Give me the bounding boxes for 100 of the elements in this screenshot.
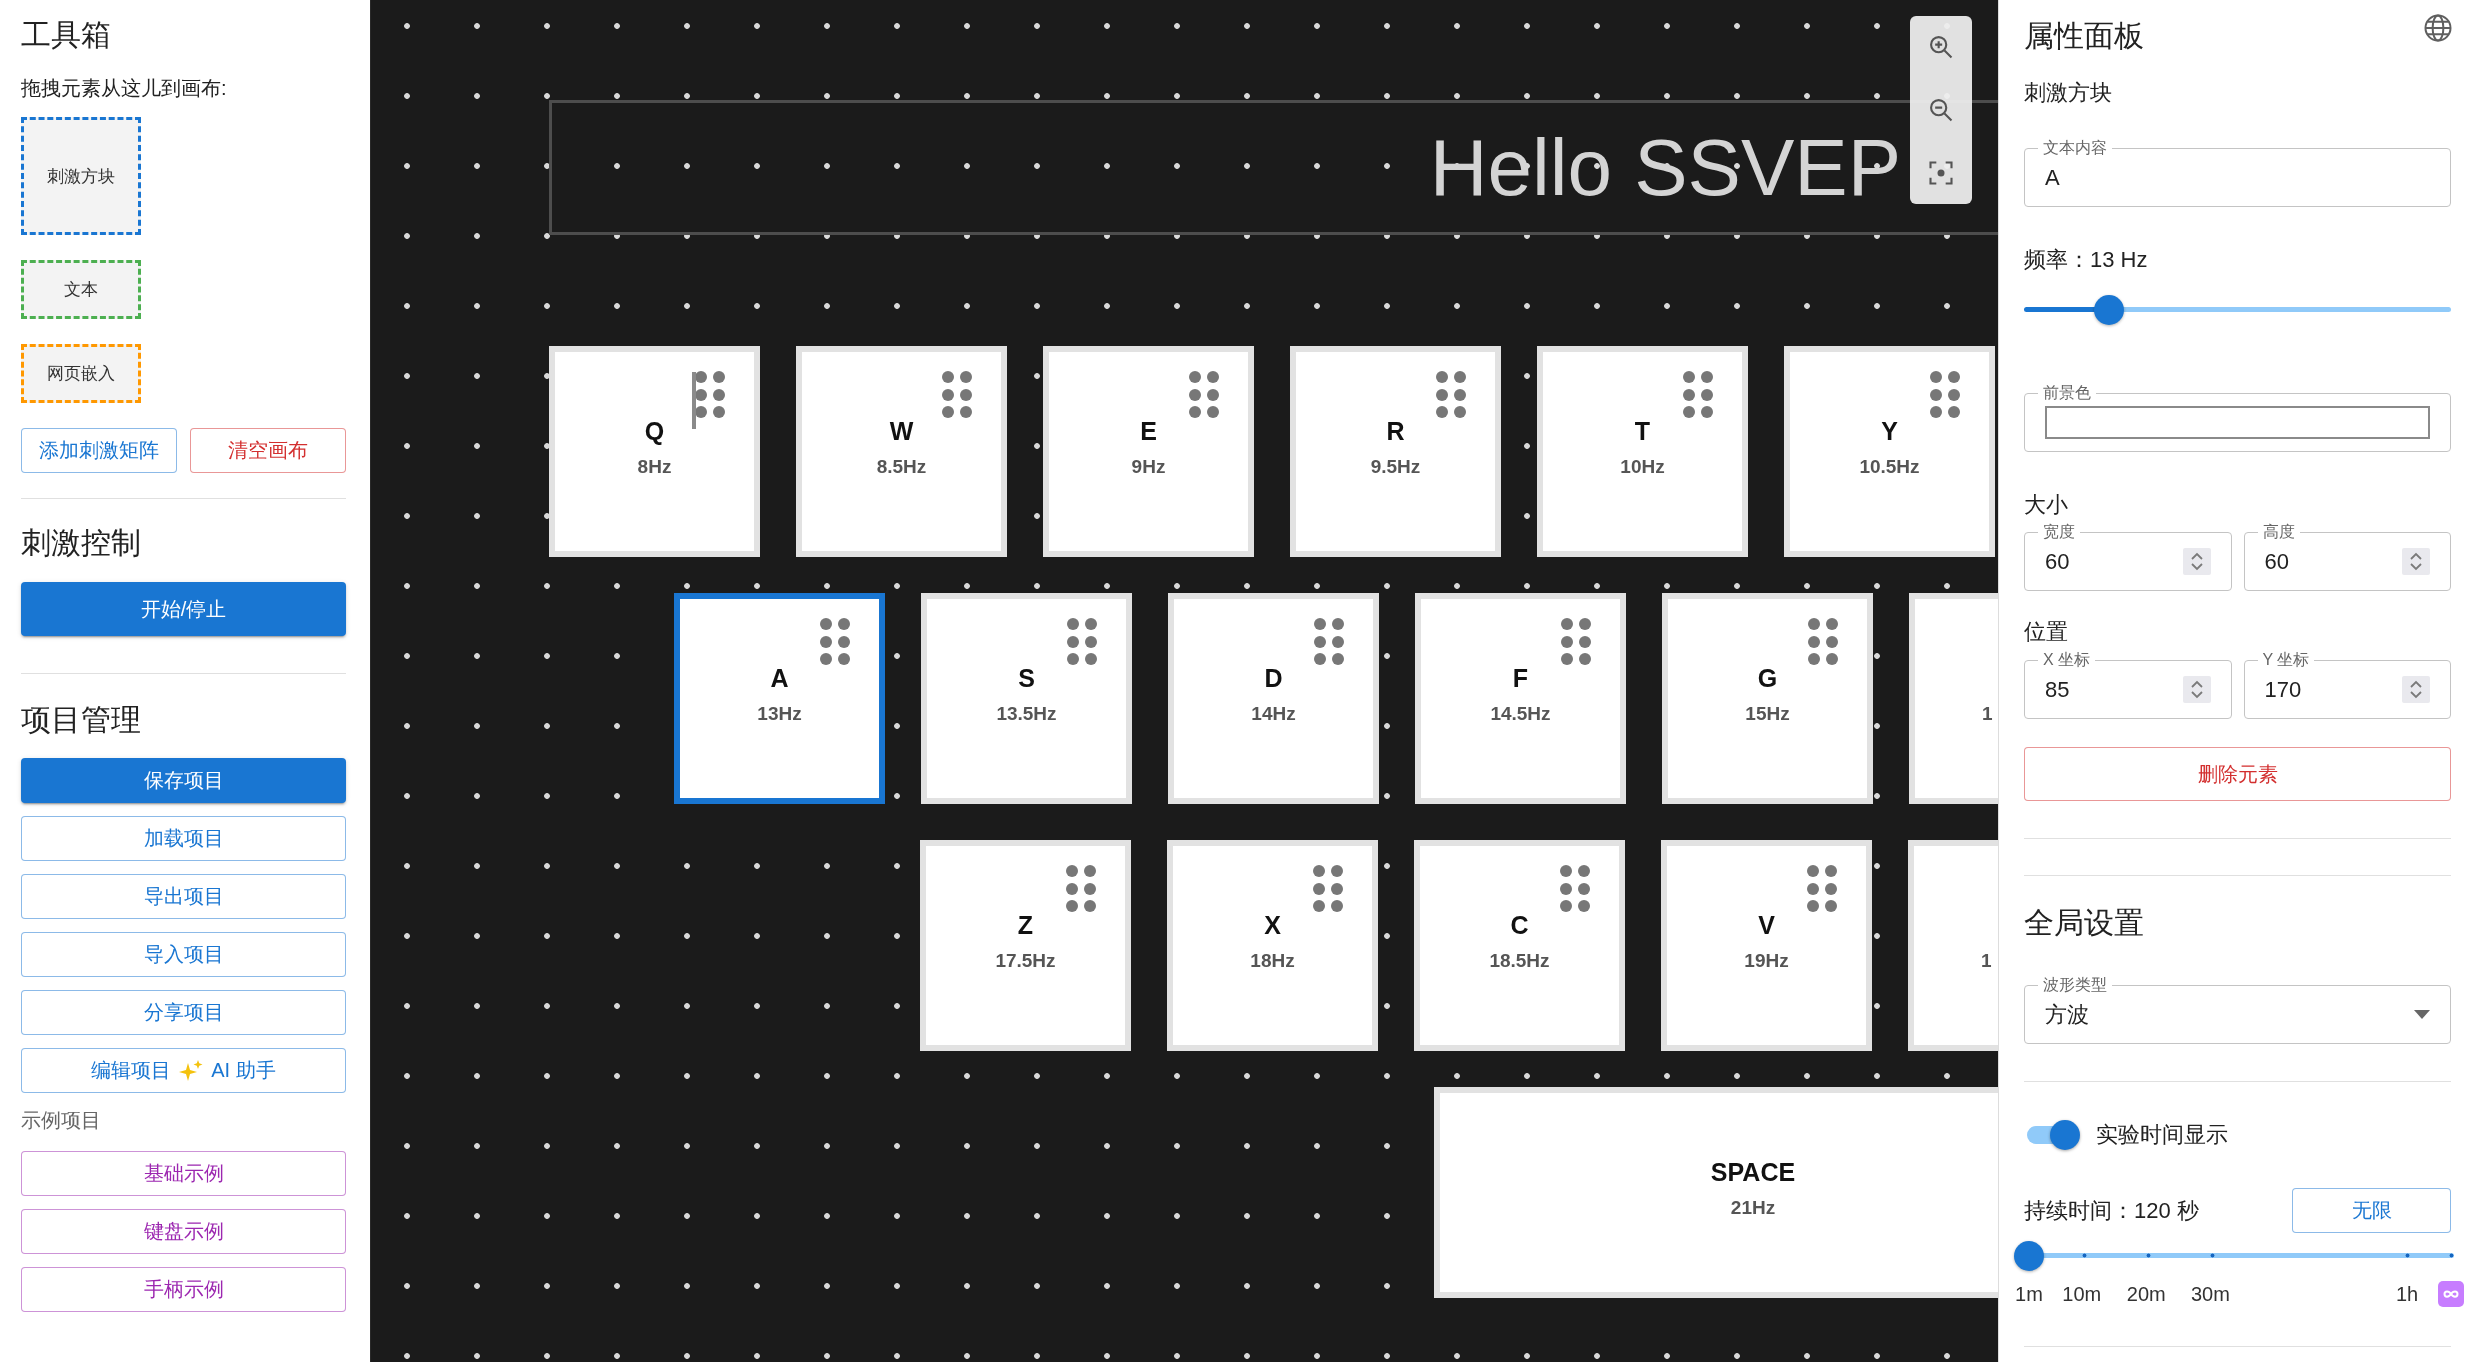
drag-grip-icon[interactable] xyxy=(1066,865,1096,912)
spinner-arrows-icon[interactable] xyxy=(2402,676,2430,703)
field-label: X 坐标 xyxy=(2038,650,2096,670)
draggable-tool[interactable]: 网页嵌入 xyxy=(21,344,141,403)
duration-reading: 持续时间：120 秒 xyxy=(2024,1196,2199,1225)
stimulus-card[interactable]: S 13.5Hz xyxy=(921,593,1132,804)
drag-grip-icon[interactable] xyxy=(1683,371,1713,418)
drag-grip-icon[interactable] xyxy=(1313,865,1343,912)
canvas-text: Hello SSVEP xyxy=(1429,127,1901,208)
key-letter: T xyxy=(1634,416,1651,446)
drag-grip-icon[interactable] xyxy=(1067,618,1097,665)
stimulus-card[interactable]: R 9.5Hz xyxy=(1290,346,1501,557)
drag-grip-icon[interactable] xyxy=(1560,865,1590,912)
delete-button[interactable]: 删除元素 xyxy=(2024,747,2451,801)
stimulus-card[interactable]: 1 xyxy=(1908,840,1998,1051)
example-button[interactable]: 手柄示例 xyxy=(21,1267,346,1312)
stimulus-card[interactable]: W 8.5Hz xyxy=(796,346,1007,557)
frequency-label: 9.5Hz xyxy=(1370,455,1421,479)
drag-grip-icon[interactable] xyxy=(820,618,850,665)
project-button[interactable]: 导入项目 xyxy=(21,932,346,977)
project-button[interactable]: 导出项目 xyxy=(21,874,346,919)
stimulus-card[interactable]: Z 17.5Hz xyxy=(920,840,1131,1051)
text-element-frame[interactable]: Hello SSVEP xyxy=(549,100,1998,235)
key-letter: D xyxy=(1264,663,1283,693)
spinner-arrows-icon[interactable] xyxy=(2182,548,2211,575)
slider-thumb[interactable] xyxy=(2094,295,2125,325)
field-label: Y 坐标 xyxy=(2257,650,2315,670)
drag-grip-icon[interactable] xyxy=(1314,618,1344,665)
sparkle-icon xyxy=(179,1059,204,1082)
frequency-label: 9Hz xyxy=(1131,455,1166,479)
stimulus-card[interactable]: E 9Hz xyxy=(1043,346,1254,557)
frequency-label: 8.5Hz xyxy=(876,455,927,479)
dropdown-caret-icon[interactable] xyxy=(2414,1010,2430,1019)
slider-thumb[interactable] xyxy=(2014,1241,2044,1271)
frequency-label: 18Hz xyxy=(1250,949,1295,973)
section-title: 项目管理 xyxy=(21,702,142,738)
field-label: 波形类型 xyxy=(2038,975,2112,995)
action-button[interactable]: 清空画布 xyxy=(190,428,346,473)
infinity-icon xyxy=(2438,1281,2464,1307)
drag-grip-icon[interactable] xyxy=(1930,371,1960,418)
color-input[interactable] xyxy=(2045,406,2430,439)
stimulus-card[interactable]: Y 10.5Hz xyxy=(1784,346,1995,557)
drag-grip-icon[interactable] xyxy=(1808,618,1838,665)
drag-grip-icon[interactable] xyxy=(695,371,725,418)
slider-mark-label: 1h xyxy=(2396,1282,2419,1307)
key-letter: R xyxy=(1386,416,1405,446)
project-button[interactable]: 分享项目 xyxy=(21,990,346,1035)
frequency-label: 21Hz xyxy=(1730,1196,1776,1220)
drag-grip-icon[interactable] xyxy=(1807,865,1837,912)
project-button[interactable]: 加载项目 xyxy=(21,816,346,861)
group-title: 大小 xyxy=(2024,491,2069,519)
stimulus-card[interactable]: F 14.5Hz xyxy=(1415,593,1626,804)
project-button[interactable]: 编辑项目 AI 助手 xyxy=(21,1048,346,1093)
stimulus-card[interactable]: X 18Hz xyxy=(1167,840,1378,1051)
key-letter: F xyxy=(1512,663,1529,693)
element-type: 刺激方块 xyxy=(2024,79,2113,107)
stimulus-card[interactable]: T 10Hz xyxy=(1537,346,1748,557)
slider-mark-label: 20m xyxy=(2126,1282,2166,1307)
start-stop-button[interactable]: 开始/停止 xyxy=(21,582,346,636)
stimulus-card[interactable]: C 18.5Hz xyxy=(1414,840,1625,1051)
stimulus-card[interactable]: SPACE 21Hz xyxy=(1434,1087,1998,1298)
frequency-label: 13Hz xyxy=(757,702,802,726)
spinner-arrows-icon[interactable] xyxy=(2402,548,2430,575)
key-letter: V xyxy=(1758,910,1775,940)
group-title: 位置 xyxy=(2024,618,2069,646)
field-label: 高度 xyxy=(2257,522,2300,542)
example-button[interactable]: 键盘示例 xyxy=(21,1209,346,1254)
key-letter: Y xyxy=(1881,416,1898,446)
frequency-label: 13.5Hz xyxy=(996,702,1057,726)
example-button[interactable]: 基础示例 xyxy=(21,1151,346,1196)
spinner-arrows-icon[interactable] xyxy=(2182,676,2211,703)
key-letter: SPACE xyxy=(1710,1157,1796,1187)
section-title: 全局设置 xyxy=(2024,905,2145,941)
drag-grip-icon[interactable] xyxy=(942,371,972,418)
section-title: 工具箱 xyxy=(21,17,112,53)
project-button[interactable]: 保存项目 xyxy=(21,758,346,803)
drag-grip-icon[interactable] xyxy=(1189,371,1219,418)
drag-grip-icon[interactable] xyxy=(1436,371,1466,418)
draggable-tool[interactable]: 刺激方块 xyxy=(21,117,141,235)
key-letter: C xyxy=(1510,910,1529,940)
stimulus-card[interactable]: V 19Hz xyxy=(1661,840,1872,1051)
frequency-label: 19Hz xyxy=(1744,949,1789,973)
zoom-out-icon xyxy=(1927,96,1955,124)
stimulus-card[interactable]: 1 xyxy=(1909,593,1998,804)
frequency-label: 1 xyxy=(1981,949,1992,973)
field-label: 前景色 xyxy=(2038,383,2096,403)
field-label: 文本内容 xyxy=(2038,138,2112,158)
key-letter: X xyxy=(1264,910,1281,940)
stimulus-card[interactable]: A 13Hz xyxy=(674,593,885,804)
globe-icon[interactable] xyxy=(2423,13,2453,43)
stimulus-canvas[interactable]: Hello SSVEP Q 8Hz W 8.5Hz E 9Hz R 9.5Hz T 10Hz Y 10.5Hz A 13Hz S 13.5Hz D 14Hz F 14.5Hz G 15Hz 1 Z 17.5Hz X 18Hz C 18.5Hz V 19Hz 1 SPACE 21Hz xyxy=(371,0,1998,1362)
drag-grip-icon[interactable] xyxy=(1561,618,1591,665)
action-button[interactable]: 添加刺激矩阵 xyxy=(21,428,177,473)
stimulus-card[interactable]: D 14Hz xyxy=(1168,593,1379,804)
unlimited-button[interactable]: 无限 xyxy=(2292,1188,2451,1233)
frequency-reading: 频率：13 Hz xyxy=(2024,246,2149,274)
draggable-tool[interactable]: 文本 xyxy=(21,260,141,319)
stimulus-card[interactable]: Q 8Hz xyxy=(549,346,760,557)
stimulus-card[interactable]: G 15Hz xyxy=(1662,593,1873,804)
frequency-label: 18.5Hz xyxy=(1489,949,1550,973)
